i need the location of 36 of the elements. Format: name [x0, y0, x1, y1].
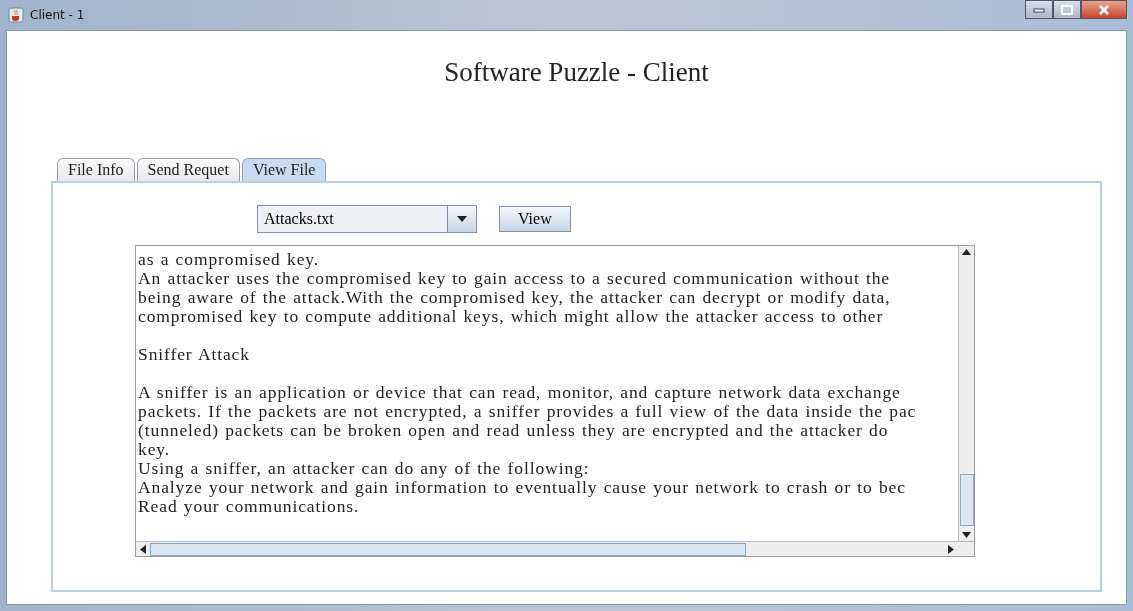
- close-icon: [1098, 4, 1110, 15]
- text-line: compromised key to compute additional keys, which might allow the attacker access to other: [138, 307, 885, 326]
- app-heading: Software Puzzle - Client: [443, 57, 710, 88]
- maximize-icon: [1061, 4, 1073, 15]
- tab[interactable]: View File: [241, 158, 327, 181]
- window-title: Client - 1: [30, 8, 85, 22]
- text-line: (tunneled) packets can be broken open and read unless they are encrypted and the attacker do: [138, 421, 889, 440]
- minimize-icon: [1033, 6, 1045, 13]
- scroll-thumb[interactable]: [150, 542, 746, 556]
- text-line: An attacker uses the compromised key to gain access to a secured communication without the: [138, 269, 892, 288]
- horizontal-scrollbar[interactable]: [136, 541, 974, 556]
- scroll-thumb[interactable]: [959, 474, 974, 526]
- vertical-scrollbar[interactable]: [958, 246, 974, 541]
- text-area[interactable]: [135, 245, 975, 557]
- up-arrow-icon: [962, 249, 971, 255]
- text-line: being aware of the attack.With the compromised key, the attacker can decrypt or modify data,: [138, 288, 892, 307]
- coffee-cup-icon: [8, 7, 24, 23]
- text-line: Analyze your network and gain information to eventually cause your network to crash or to bec: [138, 478, 907, 497]
- text-line: Using a sniffer, an attacker can do any of the following:: [138, 459, 591, 478]
- text-line: Read your communications.: [138, 497, 360, 516]
- minimize-button[interactable]: [1025, 0, 1053, 19]
- down-arrow-icon: [962, 532, 971, 538]
- tab[interactable]: File Info: [57, 158, 135, 181]
- text-line: A sniffer is an application or device that can read, monitor, and capture network data exchange: [138, 383, 902, 402]
- text-line: as a compromised key.: [138, 250, 321, 269]
- caret-icon: [457, 216, 467, 222]
- file-dropdown[interactable]: Attacks.txt: [257, 205, 477, 233]
- text-line: key.: [138, 440, 171, 459]
- tab[interactable]: Send Requet: [136, 158, 240, 181]
- maximize-button[interactable]: [1053, 0, 1081, 19]
- text-line: packets. If the packets are not encrypted, a sniffer provides a full view of the data inside the pac: [138, 402, 918, 421]
- close-button[interactable]: [1081, 0, 1127, 19]
- text-line: Sniffer Attack: [138, 345, 251, 364]
- right-arrow-icon: [948, 544, 954, 554]
- view-button[interactable]: View: [499, 206, 571, 232]
- left-arrow-icon: [140, 544, 146, 554]
